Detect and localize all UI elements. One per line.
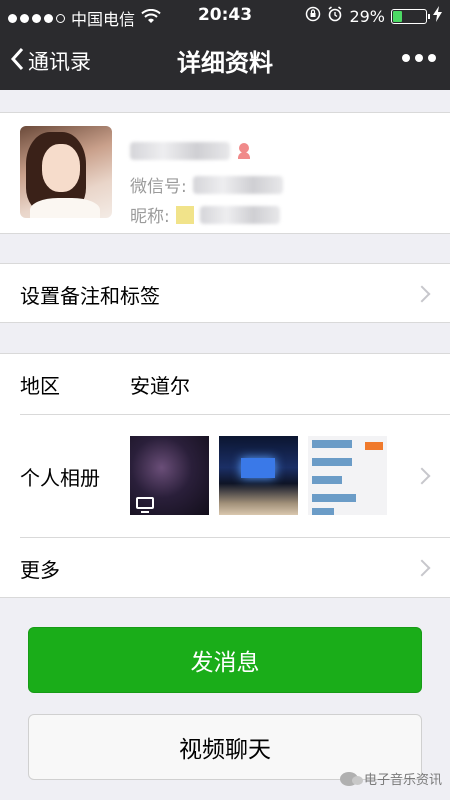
album-photo-1[interactable] (130, 436, 209, 515)
page-title: 详细资料 (177, 49, 273, 77)
nav-bar: 通讯录 详细资料 (0, 30, 450, 90)
profile-name (130, 138, 252, 164)
nickname-line: 昵称: (130, 202, 280, 227)
blurred-nickname (199, 205, 280, 224)
female-icon (236, 143, 252, 159)
charging-icon (433, 6, 442, 26)
more-options-icon[interactable] (402, 54, 436, 62)
chevron-right-icon (413, 559, 431, 577)
wechat-id-line: 微信号: (130, 172, 283, 197)
tv-icon (136, 497, 154, 513)
album-photo-3[interactable] (308, 436, 387, 515)
region-value: 安道尔 (130, 373, 190, 398)
nickname-label: 昵称: (130, 207, 170, 227)
blurred-name (130, 142, 230, 160)
album-photos[interactable] (130, 436, 387, 515)
more-label: 更多 (20, 557, 60, 582)
alarm-icon (327, 6, 343, 26)
region-label: 地区 (20, 373, 60, 398)
rotation-lock-icon (305, 6, 321, 26)
chevron-right-icon (413, 467, 431, 485)
set-remark-row[interactable]: 设置备注和标签 (0, 263, 450, 323)
watermark-text: 电子音乐资讯 (363, 773, 442, 788)
nickname-emoji (175, 205, 194, 224)
status-bar: 中国电信 20:43 29% (0, 0, 450, 30)
set-remark-label: 设置备注和标签 (20, 283, 160, 308)
avatar[interactable] (20, 126, 112, 218)
watermark: 电子音乐资讯 (339, 769, 442, 788)
send-message-button[interactable]: 发消息 (28, 627, 422, 693)
status-right: 29% (305, 6, 442, 26)
chevron-right-icon (413, 285, 431, 303)
album-label: 个人相册 (20, 465, 100, 490)
wechat-id-label: 微信号: (130, 177, 187, 197)
more-row[interactable]: 更多 (0, 538, 450, 598)
battery-icon (391, 8, 430, 24)
blurred-wechat-id (192, 175, 283, 194)
battery-percent: 29% (349, 6, 385, 26)
album-photo-2[interactable] (219, 436, 298, 515)
wechat-logo-icon (339, 771, 363, 786)
top-bar: 中国电信 20:43 29% 通讯录 详细资料 (0, 0, 450, 90)
region-row: 地区 安道尔 (0, 354, 450, 414)
